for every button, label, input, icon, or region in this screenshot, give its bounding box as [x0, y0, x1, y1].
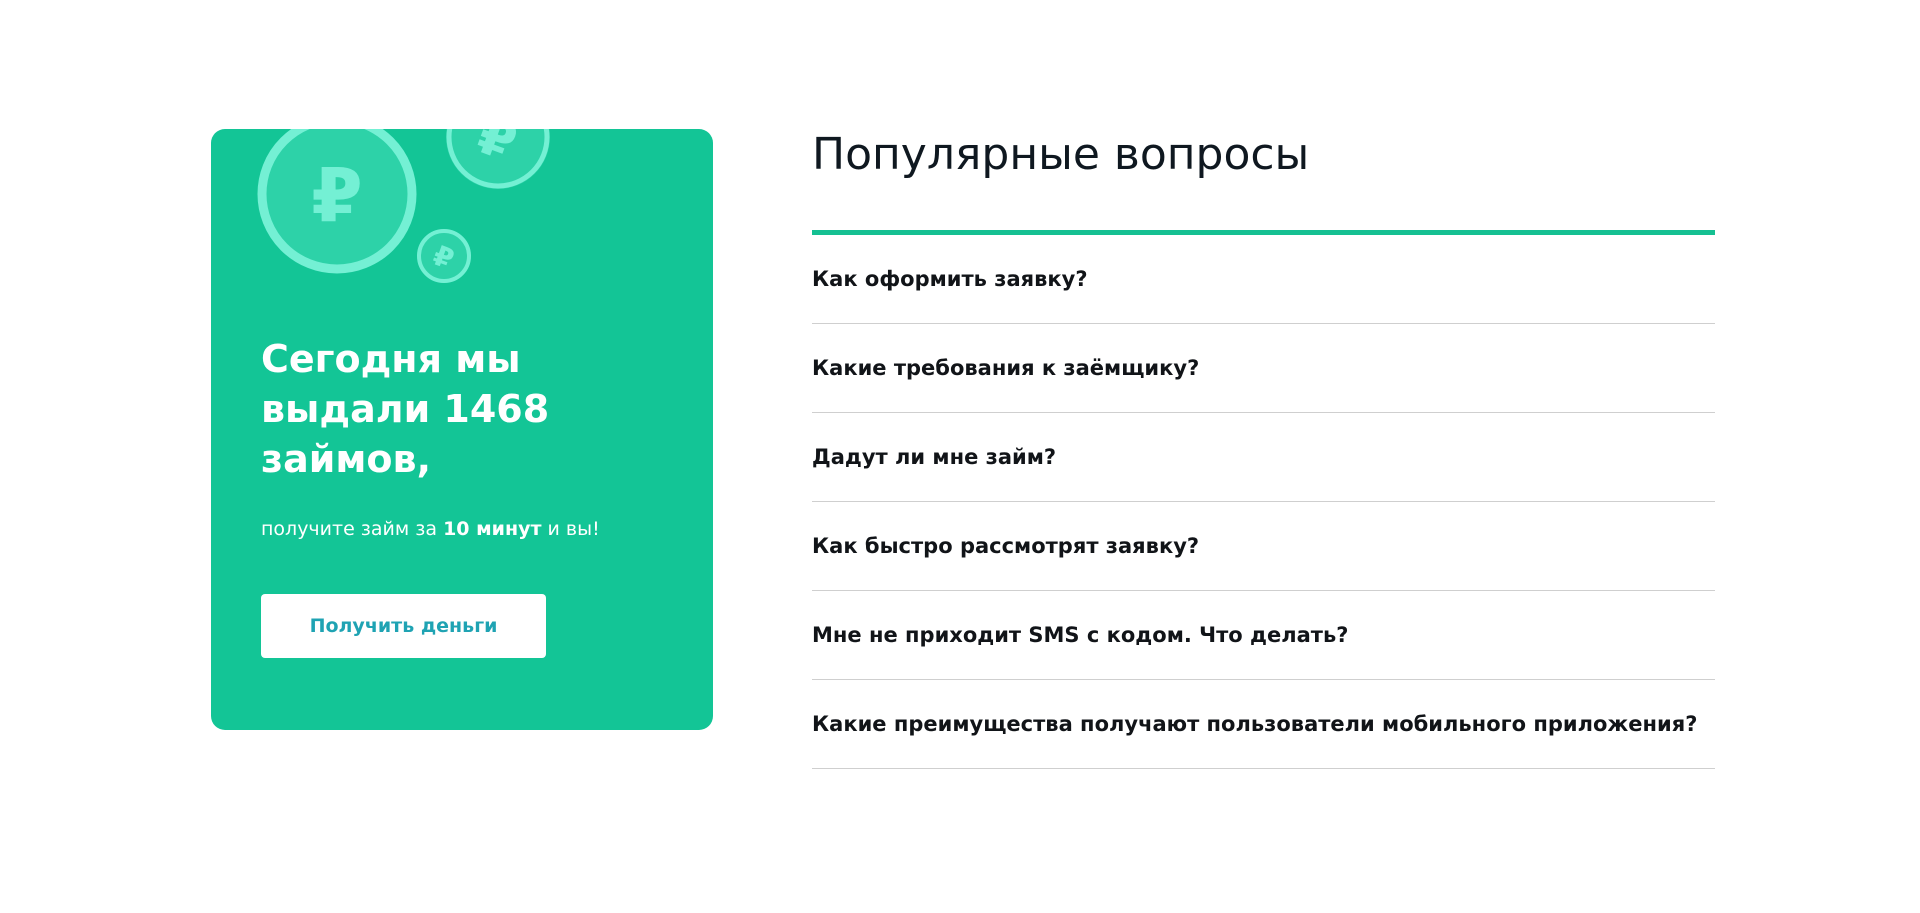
faq-item[interactable]: Как быстро рассмотрят заявку? [812, 502, 1715, 591]
coins-illustration: ₽ ₽ ₽ [257, 129, 550, 283]
promo-subtitle-highlight: 10 минут [443, 518, 542, 540]
promo-subtitle: получите займ за 10 минут и вы! [261, 516, 600, 542]
svg-text:₽: ₽ [311, 153, 363, 239]
faq-question: Как оформить заявку? [812, 267, 1088, 291]
faq-item[interactable]: Мне не приходит SMS с кодом. Что делать? [812, 591, 1715, 680]
promo-card: ₽ ₽ ₽ Сегодня мы выдали 1468 займов, пол… [211, 129, 713, 730]
ruble-coin-icon: ₽ [446, 129, 550, 189]
faq-item[interactable]: Дадут ли мне займ? [812, 413, 1715, 502]
ruble-coin-icon: ₽ [257, 129, 417, 274]
ruble-coin-icon: ₽ [417, 229, 471, 283]
faq-list: Как оформить заявку? Какие требования к … [812, 230, 1715, 769]
faq-question: Дадут ли мне займ? [812, 445, 1057, 469]
faq-question: Какие преимущества получают пользователи… [812, 712, 1698, 736]
faq-title: Популярные вопросы [812, 129, 1310, 180]
promo-subtitle-start: получите займ за [261, 518, 444, 540]
promo-subtitle-end: и вы! [541, 518, 600, 540]
faq-question: Как быстро рассмотрят заявку? [812, 534, 1200, 558]
get-money-button[interactable]: Получить деньги [261, 594, 546, 658]
faq-item[interactable]: Как оформить заявку? [812, 235, 1715, 324]
faq-question: Мне не приходит SMS с кодом. Что делать? [812, 623, 1349, 647]
faq-item[interactable]: Какие требования к заёмщику? [812, 324, 1715, 413]
promo-title: Сегодня мы выдали 1468 займов, [261, 337, 550, 481]
faq-item[interactable]: Какие преимущества получают пользователи… [812, 680, 1715, 769]
faq-question: Какие требования к заёмщику? [812, 356, 1200, 380]
